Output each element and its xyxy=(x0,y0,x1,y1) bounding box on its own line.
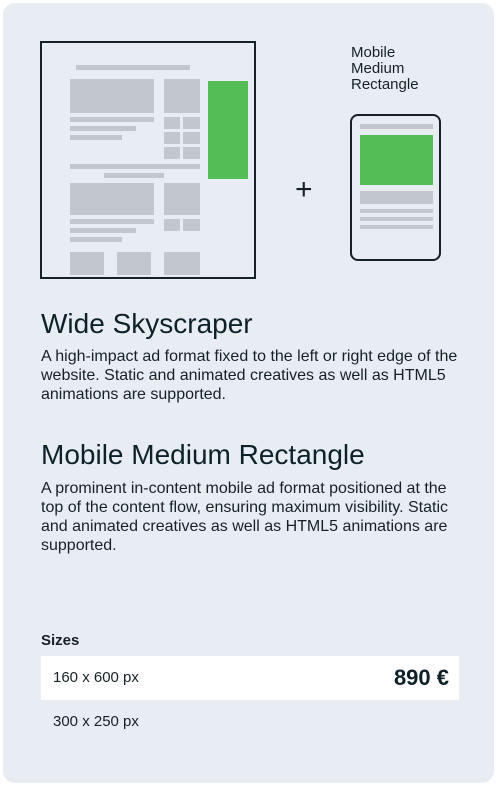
wireframe-grid-cell xyxy=(183,132,200,144)
format-description-mobile-medium-rectangle: A prominent in-content mobile ad format … xyxy=(41,480,448,554)
wireframe-grid-cell xyxy=(164,132,180,144)
wireframe-text-line xyxy=(70,237,122,242)
mobile-medium-rectangle-ad-slot xyxy=(360,135,433,185)
plus-sign: + xyxy=(295,173,313,206)
size-option-300x250[interactable]: 300 x 250 px xyxy=(41,700,459,744)
wireframe-header-line xyxy=(76,65,190,70)
wireframe-side-block xyxy=(164,79,200,113)
size-option-label: 160 x 600 px xyxy=(53,669,139,686)
wireframe-text-line xyxy=(70,126,136,131)
format-title-mobile-medium-rectangle: Mobile Medium Rectangle xyxy=(41,439,365,470)
phone-text-line xyxy=(360,217,433,221)
format-description-wide-skyscraper: A high-impact ad format fixed to the lef… xyxy=(41,348,458,403)
wireframe-grid-cell xyxy=(164,147,180,159)
size-option-label: 300 x 250 px xyxy=(53,713,139,730)
wireframe-text-line xyxy=(70,228,136,233)
wireframe-text-line xyxy=(70,135,122,140)
phone-header-line xyxy=(360,124,433,129)
phone-content-block xyxy=(360,191,433,204)
sizes-label: Sizes xyxy=(41,632,80,649)
wireframe-grid-cell xyxy=(183,117,200,129)
wireframe-footer-block xyxy=(164,252,200,275)
wireframe-grid-cell xyxy=(183,147,200,159)
wireframe-text-line xyxy=(70,219,154,224)
size-option-160x600[interactable]: 160 x 600 px 890 € xyxy=(41,656,459,700)
ad-format-card: + Mobile Medium Rectangle Wide Skyscrape… xyxy=(3,3,494,783)
wireframe-image-block xyxy=(70,79,154,113)
wireframe-footer-block xyxy=(70,252,104,275)
mobile-illustration-label: Mobile Medium Rectangle xyxy=(351,44,419,93)
wireframe-text-line xyxy=(70,117,154,122)
format-title-wide-skyscraper: Wide Skyscraper xyxy=(41,308,253,339)
wireframe-grid-cell xyxy=(164,219,180,231)
wireframe-divider-line xyxy=(104,173,164,178)
wireframe-divider-line xyxy=(70,164,200,169)
wide-skyscraper-ad-slot xyxy=(208,81,248,179)
wireframe-grid-cell xyxy=(164,117,180,129)
wireframe-image-block xyxy=(70,183,154,215)
wireframe-footer-block xyxy=(117,252,151,275)
wireframe-side-block xyxy=(164,183,200,215)
phone-text-line xyxy=(360,225,433,229)
desktop-wireframe-illustration xyxy=(40,41,256,279)
phone-text-line xyxy=(360,209,433,213)
mobile-wireframe-illustration xyxy=(350,114,441,261)
size-option-price: 890 € xyxy=(393,665,449,690)
wireframe-grid-cell xyxy=(183,219,200,231)
